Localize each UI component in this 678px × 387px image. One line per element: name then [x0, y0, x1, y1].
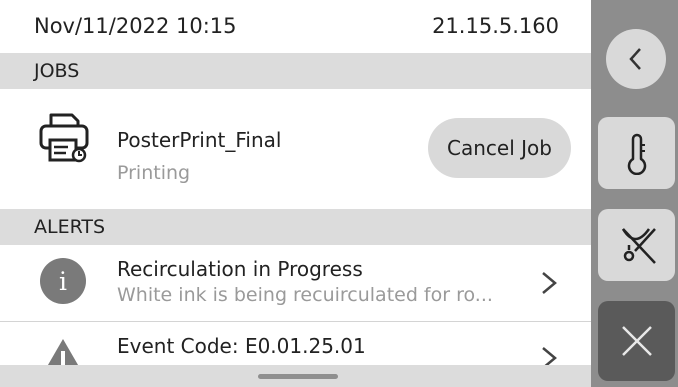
jobs-header-label: JOBS — [34, 60, 80, 82]
alerts-header-label: ALERTS — [34, 216, 106, 238]
info-icon: i — [40, 258, 86, 304]
printer-icon — [39, 113, 89, 163]
maintenance-icon — [621, 228, 656, 264]
close-icon — [621, 326, 652, 356]
close-button[interactable] — [598, 301, 675, 381]
alert-subtitle: White ink is being recuirculated for ro.… — [117, 284, 493, 306]
chevron-right-icon — [542, 272, 557, 294]
status-bar: Nov/11/2022 10:15 21.15.5.160 — [0, 0, 591, 52]
swipe-handle[interactable] — [258, 374, 338, 379]
ip-address-label: 21.15.5.160 — [432, 14, 559, 38]
maintenance-button[interactable] — [598, 209, 675, 281]
alert-title: Recirculation in Progress — [117, 257, 363, 281]
datetime-label: Nov/11/2022 10:15 — [34, 14, 237, 38]
cancel-job-button[interactable]: Cancel Job — [428, 118, 571, 178]
job-name: PosterPrint_Final — [117, 128, 282, 152]
back-button[interactable] — [606, 29, 666, 89]
alert-item-recirculation[interactable]: i Recirculation in Progress White ink is… — [0, 245, 591, 321]
thermometer-icon — [627, 133, 646, 175]
alert-title: Event Code: E0.01.25.01 — [117, 334, 366, 358]
side-panel — [591, 0, 678, 387]
job-status: Printing — [117, 162, 191, 184]
main-panel: Nov/11/2022 10:15 21.15.5.160 JOBS Poste… — [0, 0, 591, 387]
printer-control-screen: Nov/11/2022 10:15 21.15.5.160 JOBS Poste… — [0, 0, 678, 387]
alerts-section-header: ALERTS — [0, 209, 591, 245]
temperature-button[interactable] — [598, 117, 675, 189]
bottom-bar — [0, 365, 591, 387]
job-row[interactable]: PosterPrint_Final Printing Cancel Job — [0, 89, 591, 209]
jobs-section-header: JOBS — [0, 53, 591, 89]
back-icon — [629, 48, 641, 70]
